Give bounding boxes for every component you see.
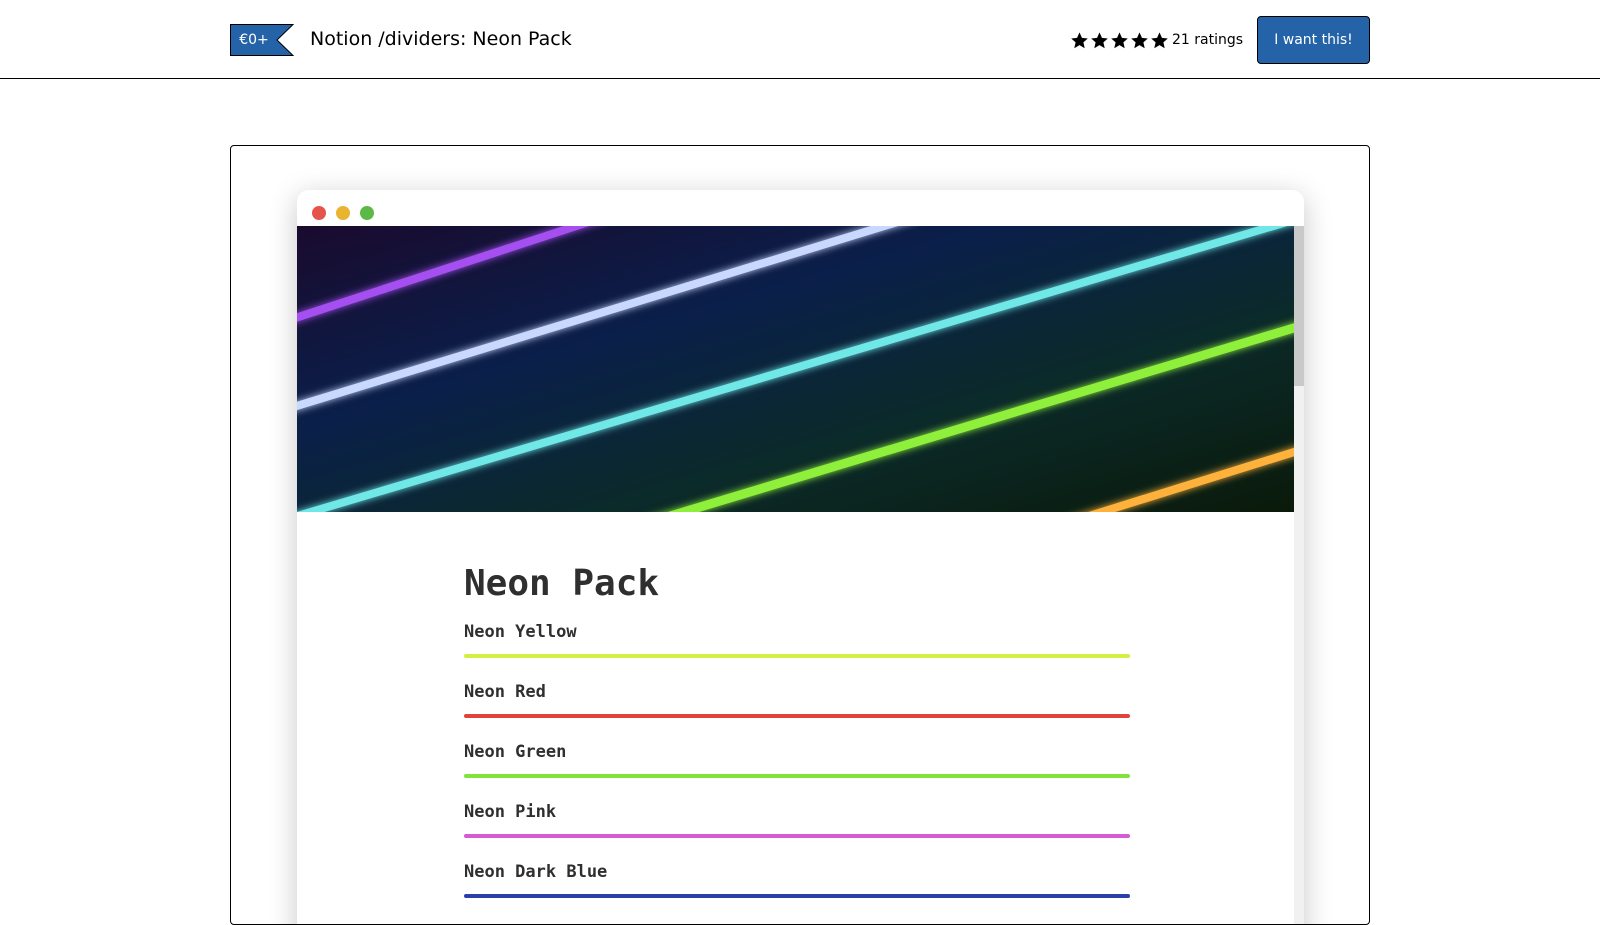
divider-item: Neon Yellow	[464, 620, 1130, 658]
page-title: Neon Pack	[464, 563, 660, 604]
product-header: €0+ Notion /dividers: Neon Pack 21 ratin…	[0, 0, 1600, 79]
product-title: Notion /dividers: Neon Pack	[310, 28, 572, 50]
star-icon	[1071, 31, 1088, 48]
divider-line	[464, 714, 1130, 718]
divider-label: Neon Dark Blue	[464, 862, 608, 882]
window-close-dot	[312, 206, 326, 220]
rating-stars	[1070, 31, 1169, 50]
price-tag: €0+	[230, 24, 294, 56]
divider-item: Neon Pink	[464, 800, 1130, 838]
rating-count: 21 ratings	[1172, 32, 1244, 48]
notion-page: Neon Pack Neon Yellow Neon Red Neon Green N…	[464, 562, 1130, 920]
star-icon	[1151, 31, 1168, 48]
product-preview-gallery: Neon Pack Neon Yellow Neon Red Neon Green N…	[230, 145, 1370, 925]
divider-line	[464, 894, 1130, 898]
divider-line	[464, 774, 1130, 778]
i-want-this-button[interactable]: I want this!	[1257, 16, 1370, 64]
star-icon	[1091, 31, 1108, 48]
divider-item: Neon Red	[464, 680, 1130, 718]
star-icon	[1111, 31, 1128, 48]
divider-item: Neon Dark Blue	[464, 860, 1130, 898]
divider-label: Neon Yellow	[464, 622, 577, 642]
preview-app-window: Neon Pack Neon Yellow Neon Red Neon Green N…	[297, 190, 1304, 924]
rating-summary[interactable]: 21 ratings	[1070, 29, 1243, 51]
divider-label: Neon Green	[464, 742, 567, 762]
divider-list: Neon Yellow Neon Red Neon Green Neon Pink Ne…	[464, 620, 1130, 898]
star-icon	[1131, 31, 1148, 48]
divider-line	[464, 654, 1130, 658]
price-label: €0+	[239, 32, 269, 48]
neon-cover-image	[297, 226, 1294, 512]
window-minimize-dot	[336, 206, 350, 220]
divider-item: Neon Green	[464, 740, 1130, 778]
window-titlebar	[297, 190, 1304, 226]
divider-line	[464, 834, 1130, 838]
divider-label: Neon Red	[464, 682, 546, 702]
window-zoom-dot	[360, 206, 374, 220]
preview-scrollbar-thumb[interactable]	[1294, 226, 1304, 386]
divider-label: Neon Pink	[464, 802, 557, 822]
